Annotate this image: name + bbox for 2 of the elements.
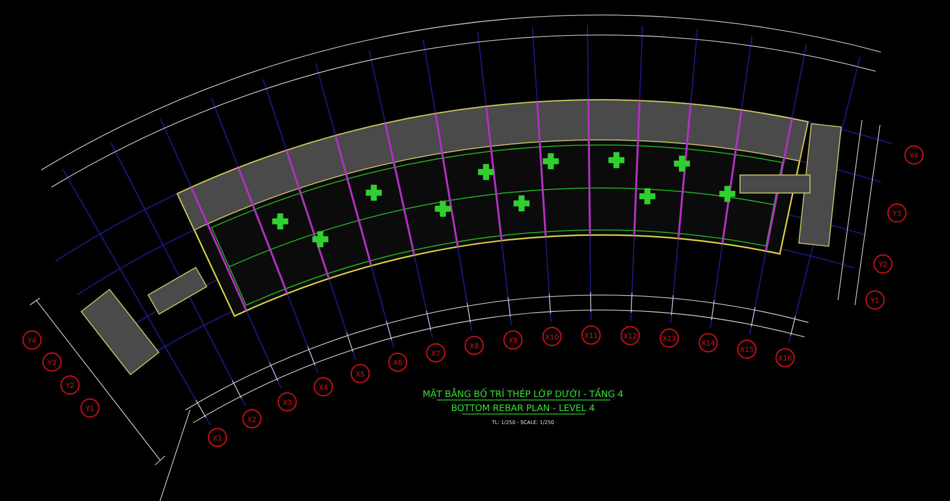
- drawing-title: MẶT BẰNG BỐ TRÍ THÉP LỚP DƯỚI - TẦNG 4: [422, 390, 624, 400]
- drawing-subtitle: BOTTOM REBAR PLAN - LEVEL 4: [451, 404, 595, 414]
